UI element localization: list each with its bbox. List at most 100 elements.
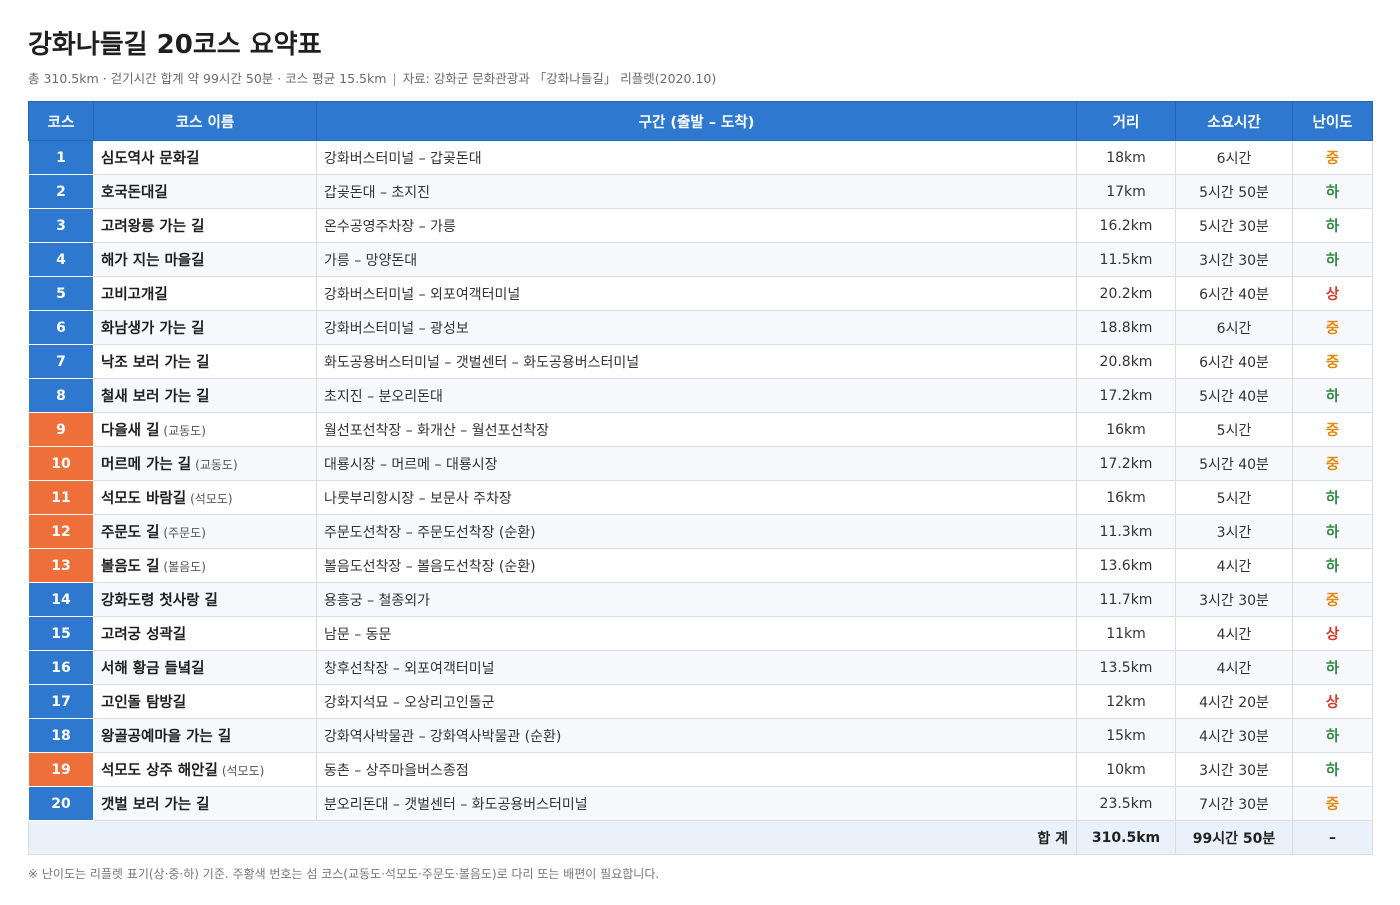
- course-difficulty: 하: [1292, 650, 1373, 685]
- page: 강화나들길 20코스 요약표 총 310.5km · 걷기시간 합계 약 99시…: [0, 0, 1400, 905]
- course-difficulty: 하: [1292, 514, 1373, 549]
- course-time: 4시간 30분: [1175, 718, 1293, 753]
- table-row: 15 고려궁 성곽길 남문 – 동문 11km 4시간 상: [28, 616, 1373, 651]
- course-name: 다을새 길: [101, 423, 160, 439]
- course-difficulty: 하: [1292, 208, 1373, 243]
- table-row: 5 고비고개길 강화버스터미널 – 외포여객터미널 20.2km 6시간 40분 상: [28, 276, 1373, 311]
- table-row: 2 호국돈대길 갑곶돈대 – 초지진 17km 5시간 50분 하: [28, 174, 1373, 209]
- table-row: 18 왕골공예마을 가는 길 강화역사박물관 – 강화역사박물관 (순환) 15km 4…: [28, 718, 1373, 753]
- course-number: 9: [28, 412, 94, 447]
- course-route: 강화버스터미널 – 갑곶돈대: [316, 140, 1077, 175]
- course-distance: 15km: [1076, 718, 1176, 753]
- course-route: 용흥궁 – 철종외가: [316, 582, 1077, 617]
- course-difficulty: 상: [1292, 684, 1373, 719]
- course-number: 6: [28, 310, 94, 345]
- course-time: 6시간 40분: [1175, 344, 1293, 379]
- course-difficulty: 하: [1292, 480, 1373, 515]
- course-name: 고인돌 탐방길: [101, 695, 187, 711]
- course-route: 월선포선착장 – 화개산 – 월선포선착장: [316, 412, 1077, 447]
- column-header-name: 코스 이름: [93, 101, 317, 141]
- course-difficulty: 중: [1292, 310, 1373, 345]
- island-tag: (볼음도): [163, 560, 206, 574]
- course-difficulty: 하: [1292, 718, 1373, 753]
- column-header-distance: 거리: [1076, 101, 1176, 141]
- course-route: 볼음도선착장 – 볼음도선착장 (순환): [316, 548, 1077, 583]
- table-row: 14 강화도령 첫사랑 길 용흥궁 – 철종외가 11.7km 3시간 30분 중: [28, 582, 1373, 617]
- course-difficulty: 상: [1292, 276, 1373, 311]
- course-number: 1: [28, 140, 94, 175]
- course-number: 10: [28, 446, 94, 481]
- course-name: 석모도 상주 해안길: [101, 763, 218, 779]
- course-distance: 13.6km: [1076, 548, 1176, 583]
- course-route: 초지진 – 분오리돈대: [316, 378, 1077, 413]
- course-name: 석모도 바람길: [101, 491, 187, 507]
- course-name: 고비고개길: [101, 287, 168, 303]
- course-time: 6시간: [1175, 310, 1293, 345]
- course-name: 고려왕릉 가는 길: [101, 219, 205, 235]
- course-number: 20: [28, 786, 94, 821]
- subtitle-separator: |: [392, 71, 397, 86]
- course-route: 대룡시장 – 머르메 – 대룡시장: [316, 446, 1077, 481]
- course-difficulty: 중: [1292, 582, 1373, 617]
- column-header-route: 구간 (출발 – 도착): [316, 101, 1077, 141]
- course-time: 5시간 50분: [1175, 174, 1293, 209]
- course-number: 7: [28, 344, 94, 379]
- table-row: 16 서해 황금 들녘길 창후선착장 – 외포여객터미널 13.5km 4시간 하: [28, 650, 1373, 685]
- course-number: 2: [28, 174, 94, 209]
- course-name-cell: 철새 보러 가는 길: [93, 378, 317, 413]
- course-name-cell: 볼음도 길 (볼음도): [93, 548, 317, 583]
- course-name-cell: 호국돈대길: [93, 174, 317, 209]
- course-route: 강화버스터미널 – 광성보: [316, 310, 1077, 345]
- course-number: 5: [28, 276, 94, 311]
- course-time: 3시간 30분: [1175, 242, 1293, 277]
- course-difficulty: 상: [1292, 616, 1373, 651]
- course-number: 18: [28, 718, 94, 753]
- course-name-cell: 서해 황금 들녘길: [93, 650, 317, 685]
- table-row: 19 석모도 상주 해안길 (석모도) 동촌 – 상주마을버스종점 10km 3시간 30…: [28, 752, 1373, 787]
- course-name-cell: 낙조 보러 가는 길: [93, 344, 317, 379]
- total-row: 합 계 310.5km 99시간 50분 –: [28, 820, 1373, 855]
- course-difficulty: 중: [1292, 344, 1373, 379]
- course-number: 13: [28, 548, 94, 583]
- course-name: 철새 보러 가는 길: [101, 389, 210, 405]
- course-name-cell: 석모도 바람길 (석모도): [93, 480, 317, 515]
- course-distance: 16km: [1076, 480, 1176, 515]
- course-route: 가릉 – 망양돈대: [316, 242, 1077, 277]
- course-difficulty: 하: [1292, 548, 1373, 583]
- course-name: 주문도 길: [101, 525, 160, 541]
- course-time: 5시간 30분: [1175, 208, 1293, 243]
- course-time: 4시간: [1175, 650, 1293, 685]
- course-time: 5시간: [1175, 412, 1293, 447]
- course-difficulty: 중: [1292, 412, 1373, 447]
- course-name-cell: 화남생가 가는 길: [93, 310, 317, 345]
- course-number: 3: [28, 208, 94, 243]
- course-difficulty: 중: [1292, 786, 1373, 821]
- table-body: 1 심도역사 문화길 강화버스터미널 – 갑곶돈대 18km 6시간 중 2 호국돈대길 갑곶돈…: [28, 140, 1373, 821]
- course-number: 4: [28, 242, 94, 277]
- table-row: 17 고인돌 탐방길 강화지석묘 – 오상리고인돌군 12km 4시간 20분 상: [28, 684, 1373, 719]
- island-tag: (석모도): [221, 764, 265, 778]
- course-name: 볼음도 길: [101, 559, 160, 575]
- course-name: 왕골공예마을 가는 길: [101, 729, 232, 745]
- course-distance: 13.5km: [1076, 650, 1176, 685]
- course-time: 3시간 30분: [1175, 752, 1293, 787]
- course-distance: 10km: [1076, 752, 1176, 787]
- course-time: 7시간 30분: [1175, 786, 1293, 821]
- course-time: 4시간 20분: [1175, 684, 1293, 719]
- course-distance: 18km: [1076, 140, 1176, 175]
- course-route: 강화버스터미널 – 외포여객터미널: [316, 276, 1077, 311]
- course-time: 6시간 40분: [1175, 276, 1293, 311]
- course-time: 5시간: [1175, 480, 1293, 515]
- course-name-cell: 주문도 길 (주문도): [93, 514, 317, 549]
- page-subtitle: 총 310.5km · 걷기시간 합계 약 99시간 50분 · 코스 평균 1…: [28, 70, 1372, 88]
- course-time: 3시간: [1175, 514, 1293, 549]
- course-number: 8: [28, 378, 94, 413]
- course-distance: 11.5km: [1076, 242, 1176, 277]
- column-header-difficulty: 난이도: [1292, 101, 1373, 141]
- total-label: 합 계: [28, 820, 1077, 855]
- course-name: 서해 황금 들녘길: [101, 661, 205, 677]
- course-name: 호국돈대길: [101, 185, 168, 201]
- course-distance: 17.2km: [1076, 378, 1176, 413]
- course-name: 낙조 보러 가는 길: [101, 355, 210, 371]
- course-name: 머르메 가는 길: [101, 457, 192, 473]
